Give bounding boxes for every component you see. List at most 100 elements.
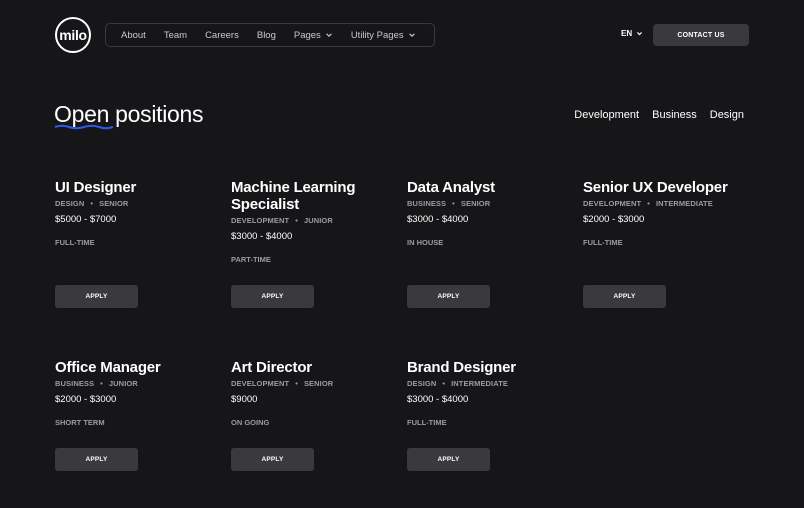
job-meta: DEVELOPMENT • INTERMEDIATE xyxy=(583,199,743,208)
nav-pages-label: Pages xyxy=(293,29,321,41)
nav-blog-label: Blog xyxy=(256,29,276,41)
nav-team[interactable]: Team xyxy=(164,30,187,41)
job-salary: $2000 - $3000 xyxy=(55,394,117,405)
job-level: JUNIOR xyxy=(303,216,333,225)
apply-label: APPLY xyxy=(85,293,108,300)
title-highlight: Open xyxy=(54,101,114,130)
job-card: Data Analyst BUSINESS • SENIOR $3000 - $40… xyxy=(407,179,567,247)
chevron-down-icon xyxy=(408,33,415,37)
title-rest-text: positions xyxy=(109,101,204,127)
job-type: ON GOING xyxy=(231,418,270,427)
apply-label: APPLY xyxy=(261,293,284,300)
job-type: FULL-TIME xyxy=(583,238,623,247)
chevron-down-icon xyxy=(326,33,332,37)
job-type: PART-TIME xyxy=(231,255,271,264)
job-department: DEVELOPMENT xyxy=(583,199,642,208)
apply-button[interactable]: APPLY xyxy=(231,448,314,471)
job-salary: $9000 xyxy=(231,394,258,405)
job-card: Office Manager BUSINESS • JUNIOR $2000 - $… xyxy=(55,359,215,427)
job-title: Machine Learning Specialist xyxy=(231,179,356,213)
job-meta: BUSINESS • SENIOR xyxy=(407,199,567,208)
job-card: Senior UX Developer DEVELOPMENT • INTERMED… xyxy=(583,179,743,247)
job-title: Office Manager xyxy=(55,359,161,376)
language-selector[interactable]: EN xyxy=(621,29,643,38)
filter-business[interactable]: Business xyxy=(652,109,697,121)
nav-utility-pages[interactable]: Utility Pages xyxy=(351,30,416,41)
job-title: Senior UX Developer xyxy=(583,179,728,196)
nav-about-label: About xyxy=(121,29,146,41)
chevron-down-icon xyxy=(637,32,643,36)
contact-us-button[interactable]: CONTACT US xyxy=(653,24,749,46)
logo[interactable]: milo xyxy=(55,17,91,53)
job-type: IN HOUSE xyxy=(407,238,444,247)
filter-development[interactable]: Development xyxy=(574,109,639,121)
job-department: DESIGN xyxy=(407,379,437,388)
job-meta: DESIGN • INTERMEDIATE xyxy=(407,379,567,388)
squiggle-underline-icon xyxy=(54,124,114,130)
job-department: DESIGN xyxy=(55,199,85,208)
meta-separator: • xyxy=(100,379,103,388)
job-salary: $5000 - $7000 xyxy=(55,214,117,225)
job-level: JUNIOR xyxy=(108,379,138,388)
meta-separator: • xyxy=(90,199,94,208)
job-salary: $3000 - $4000 xyxy=(407,394,469,405)
job-meta: DEVELOPMENT • SENIOR xyxy=(231,379,391,388)
job-level: INTERMEDIATE xyxy=(655,199,713,208)
nav-careers-label: Careers xyxy=(205,29,239,41)
nav-about[interactable]: About xyxy=(121,30,146,41)
apply-button[interactable]: APPLY xyxy=(55,285,138,308)
meta-separator: • xyxy=(442,379,446,388)
job-card: Art Director DEVELOPMENT • SENIOR $9000 ON… xyxy=(231,359,391,427)
job-meta: DESIGN • SENIOR xyxy=(55,199,215,208)
job-level: SENIOR xyxy=(460,199,491,208)
job-level: SENIOR xyxy=(303,379,334,388)
job-title: Brand Designer xyxy=(407,359,516,376)
apply-button[interactable]: APPLY xyxy=(407,285,490,308)
contact-us-label: CONTACT US xyxy=(677,31,725,39)
apply-label: APPLY xyxy=(261,456,284,463)
apply-button[interactable]: APPLY xyxy=(55,448,138,471)
category-filters: Development Business Design xyxy=(574,109,744,121)
job-level: INTERMEDIATE xyxy=(451,379,508,388)
apply-label: APPLY xyxy=(613,293,636,300)
apply-label: APPLY xyxy=(85,456,108,463)
job-meta: DEVELOPMENT • JUNIOR xyxy=(231,216,391,225)
logo-text: milo xyxy=(59,27,87,43)
job-type: FULL-TIME xyxy=(407,418,447,427)
apply-label: APPLY xyxy=(437,293,460,300)
job-title: UI Designer xyxy=(55,179,137,196)
apply-label: APPLY xyxy=(437,456,460,463)
page-title: Open positions xyxy=(54,101,204,130)
job-department: DEVELOPMENT xyxy=(231,379,290,388)
nav-utility-pages-label: Utility Pages xyxy=(350,29,404,41)
nav-blog[interactable]: Blog xyxy=(257,30,276,41)
meta-separator: • xyxy=(647,199,650,208)
nav-pages[interactable]: Pages xyxy=(294,30,333,41)
job-card: Machine Learning Specialist DEVELOPMENT •… xyxy=(231,179,391,264)
job-title: Data Analyst xyxy=(407,179,495,196)
job-card: Brand Designer DESIGN • INTERMEDIATE $3000… xyxy=(407,359,567,427)
meta-separator: • xyxy=(295,379,298,388)
meta-separator: • xyxy=(295,216,298,225)
job-department: DEVELOPMENT xyxy=(231,216,290,225)
job-card: UI Designer DESIGN • SENIOR $5000 - $7000 … xyxy=(55,179,215,247)
job-type: SHORT TERM xyxy=(55,418,105,427)
filter-design[interactable]: Design xyxy=(710,109,744,121)
job-department: BUSINESS xyxy=(407,199,447,208)
main-nav: About Team Careers Blog Pages Utility Pa… xyxy=(105,23,435,47)
job-meta: BUSINESS • JUNIOR xyxy=(55,379,215,388)
job-type: FULL-TIME xyxy=(55,238,95,247)
job-department: BUSINESS xyxy=(55,379,95,388)
language-label: EN xyxy=(621,29,633,38)
apply-button[interactable]: APPLY xyxy=(231,285,314,308)
apply-button[interactable]: APPLY xyxy=(583,285,666,308)
nav-team-label: Team xyxy=(163,29,188,41)
job-salary: $2000 - $3000 xyxy=(583,214,645,225)
job-title: Art Director xyxy=(231,359,312,376)
nav-careers[interactable]: Careers xyxy=(205,30,239,41)
job-level: SENIOR xyxy=(99,199,129,208)
job-salary: $3000 - $4000 xyxy=(407,214,469,225)
job-salary: $3000 - $4000 xyxy=(231,231,293,242)
apply-button[interactable]: APPLY xyxy=(407,448,490,471)
meta-separator: • xyxy=(452,199,455,208)
